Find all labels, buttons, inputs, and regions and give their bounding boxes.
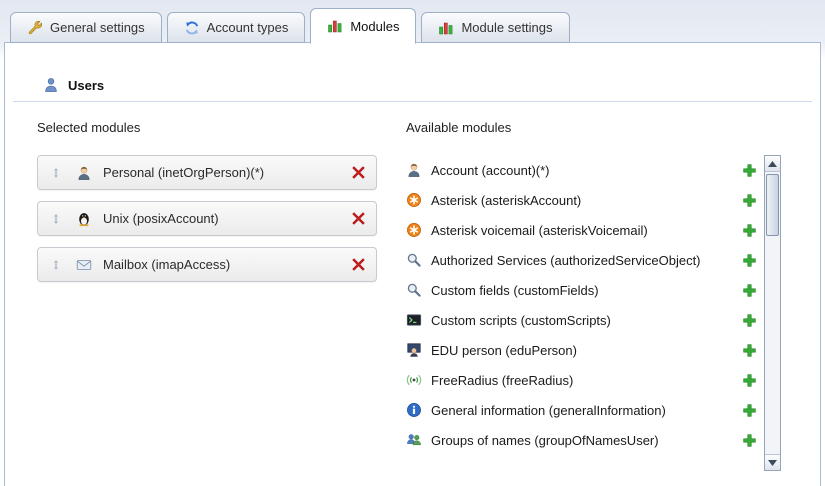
asterisk-icon [406,192,422,208]
available-module-label: Asterisk (asteriskAccount) [431,193,741,208]
available-module-label: FreeRadius (freeRadius) [431,373,741,388]
content-panel: Users Selected modules Personal (inetOrg… [4,42,821,486]
available-modules-column: Available modules Account (account)(*) As… [406,120,783,471]
scrollbar-up-button[interactable] [765,156,780,172]
available-modules-scrollbar[interactable] [764,155,781,471]
available-module-row-freeradius: FreeRadius (freeRadius) [406,365,764,395]
tux-penguin-icon [76,211,92,227]
scrollbar-thumb[interactable] [766,174,779,236]
asterisk-icon [406,222,422,238]
terminal-icon [406,312,422,328]
available-module-label: Asterisk voicemail (asteriskVoicemail) [431,223,741,238]
available-module-row-asterisk: Asterisk (asteriskAccount) [406,185,764,215]
add-module-button[interactable] [741,342,757,358]
available-module-label: Authorized Services (authorizedServiceOb… [431,253,741,268]
remove-module-button[interactable] [350,257,366,273]
remove-module-button[interactable] [350,165,366,181]
remove-module-button[interactable] [350,211,366,227]
available-module-label: Custom scripts (customScripts) [431,313,741,328]
available-module-label: Custom fields (customFields) [431,283,741,298]
modules-chart-icon [327,18,343,34]
scroll-up-icon [768,161,777,167]
tab-general-settings[interactable]: General settings [10,12,162,43]
group-icon [406,432,422,448]
section-title: Users [68,78,104,93]
selected-modules-column: Selected modules Personal (inetOrgPerson… [37,120,382,471]
section-header: Users [13,43,812,102]
add-module-button[interactable] [741,402,757,418]
add-module-button[interactable] [741,192,757,208]
add-module-button[interactable] [741,162,757,178]
available-module-row-groups-of-names: Groups of names (groupOfNamesUser) [406,425,764,455]
user-icon [43,77,59,93]
edu-person-icon [406,342,422,358]
selected-module-label: Unix (posixAccount) [103,211,350,226]
person-icon [406,162,422,178]
selected-modules-title: Selected modules [37,120,382,137]
info-icon [406,402,422,418]
add-module-button[interactable] [741,312,757,328]
add-module-button[interactable] [741,372,757,388]
available-module-row-authorized-services: Authorized Services (authorizedServiceOb… [406,245,764,275]
tab-label: Module settings [461,20,552,35]
selected-module-label: Mailbox (imapAccess) [103,257,350,272]
tab-bar: General settings Account types Modules Modu… [10,8,570,43]
radio-waves-icon [406,372,422,388]
tab-label: General settings [50,20,145,35]
account-types-icon [184,20,200,36]
available-module-row-edu-person: EDU person (eduPerson) [406,335,764,365]
selected-module-row-mailbox[interactable]: Mailbox (imapAccess) [37,247,377,282]
selected-module-row-unix[interactable]: Unix (posixAccount) [37,201,377,236]
add-module-button[interactable] [741,222,757,238]
available-modules-list: Account (account)(*) Asterisk (asteriskAc… [406,155,764,455]
tab-account-types[interactable]: Account types [167,12,306,43]
tab-module-settings[interactable]: Module settings [421,12,569,43]
drag-handle-icon[interactable] [48,211,64,227]
tab-label: Modules [350,19,399,34]
scroll-down-icon [768,460,777,466]
wrench-icon [27,20,43,36]
available-module-row-custom-fields: Custom fields (customFields) [406,275,764,305]
add-module-button[interactable] [741,282,757,298]
available-module-row-asterisk-voicemail: Asterisk voicemail (asteriskVoicemail) [406,215,764,245]
magnifier-icon [406,282,422,298]
scrollbar-down-button[interactable] [765,454,780,470]
drag-handle-icon[interactable] [48,257,64,273]
selected-modules-list: Personal (inetOrgPerson)(*) Unix (posixAc… [37,155,382,282]
module-settings-chart-icon [438,20,454,36]
available-module-label: Account (account)(*) [431,163,741,178]
tab-modules[interactable]: Modules [310,8,416,44]
available-module-row-custom-scripts: Custom scripts (customScripts) [406,305,764,335]
add-module-button[interactable] [741,432,757,448]
scrollbar-track[interactable] [765,172,780,454]
available-modules-title: Available modules [406,120,764,137]
magnifier-icon [406,252,422,268]
add-module-button[interactable] [741,252,757,268]
available-module-label: General information (generalInformation) [431,403,741,418]
available-module-label: EDU person (eduPerson) [431,343,741,358]
selected-module-label: Personal (inetOrgPerson)(*) [103,165,350,180]
person-icon [76,165,92,181]
tab-label: Account types [207,20,289,35]
available-module-row-general-information: General information (generalInformation) [406,395,764,425]
available-module-label: Groups of names (groupOfNamesUser) [431,433,741,448]
envelope-icon [76,257,92,273]
available-modules-inner: Available modules Account (account)(*) As… [406,120,764,471]
drag-handle-icon[interactable] [48,165,64,181]
lam-configuration-page: General settings Account types Modules Modu… [0,0,825,486]
modules-columns: Selected modules Personal (inetOrgPerson… [5,102,820,471]
available-module-row-account: Account (account)(*) [406,155,764,185]
selected-module-row-personal[interactable]: Personal (inetOrgPerson)(*) [37,155,377,190]
